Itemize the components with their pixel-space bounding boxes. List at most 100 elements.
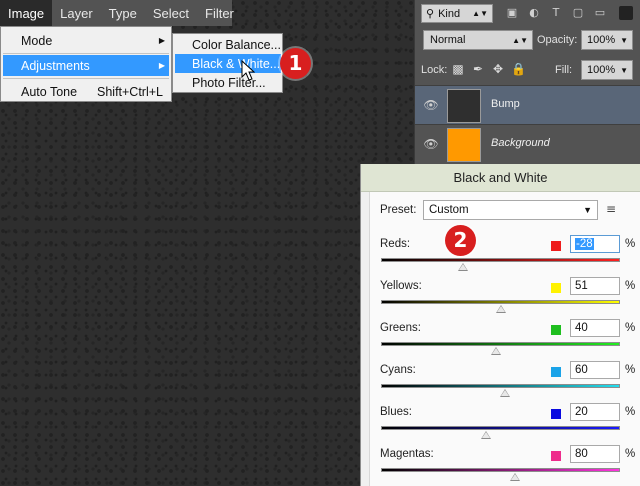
menubar: Image Layer Type Select Filter [0, 0, 234, 26]
channel-value-input[interactable]: 60 [570, 361, 620, 379]
percent-label: % [625, 238, 636, 250]
channel-label: Blues: [380, 406, 412, 418]
submenu-arrow-icon: ▶ [158, 61, 165, 70]
shape-filter-icon[interactable]: ▢ [571, 6, 585, 20]
fill-value: 100% [587, 64, 616, 76]
percent-label: % [625, 280, 636, 292]
channel-slider-track[interactable] [381, 300, 620, 304]
menu-divider [3, 53, 169, 54]
opacity-label: Opacity: [537, 34, 578, 46]
chevron-down-icon: ▼ [583, 205, 592, 215]
channel-value: 60 [575, 364, 588, 376]
lock-move-icon[interactable]: ✥ [491, 62, 505, 76]
percent-label: % [625, 364, 636, 376]
filter-toggle-icon[interactable] [619, 6, 633, 20]
opacity-field[interactable]: 100% ▼ [581, 30, 633, 50]
channel-blues: Blues: 20% [361, 403, 640, 448]
channel-value: 20 [575, 406, 588, 418]
menu-divider [3, 78, 169, 79]
channel-value-input[interactable]: 40 [570, 319, 620, 337]
menu-type[interactable]: Type [101, 0, 145, 26]
channel-greens: Greens: 40% [361, 319, 640, 364]
adjustment-filter-icon[interactable]: ◐ [527, 6, 541, 20]
menu-item-photo-filter[interactable]: Photo Filter... [175, 73, 281, 92]
type-filter-icon[interactable]: T [549, 6, 563, 20]
eye-icon[interactable]: 👁 [423, 98, 439, 112]
updown-icon: ▲▼ [512, 35, 528, 45]
menu-item-mode[interactable]: Mode ▶ [3, 30, 169, 51]
lock-icons: ▩ ✒ ✥ 🔒 [451, 62, 526, 76]
layer-row-background[interactable]: 👁 Background [415, 124, 640, 163]
color-swatch [551, 325, 561, 335]
channel-value-input[interactable]: 20 [570, 403, 620, 421]
channel-value: 80 [575, 448, 588, 460]
channel-slider-track[interactable] [381, 384, 620, 388]
percent-label: % [625, 322, 636, 334]
lock-brush-icon[interactable]: ✒ [471, 62, 485, 76]
fill-field[interactable]: 100% ▼ [581, 60, 633, 80]
menu-item-mode-label: Mode [21, 33, 53, 48]
updown-icon: ▲▼ [472, 9, 488, 18]
slider-handle[interactable] [490, 347, 501, 355]
color-swatch [551, 283, 561, 293]
channel-value-input[interactable]: 80 [570, 445, 620, 463]
menu-image[interactable]: Image [0, 0, 53, 26]
menu-layer[interactable]: Layer [52, 0, 101, 26]
channel-cyans: Cyans: 60% [361, 361, 640, 406]
pixel-filter-icon[interactable]: ▣ [505, 6, 519, 20]
percent-label: % [625, 406, 636, 418]
lock-transparent-icon[interactable]: ▩ [451, 62, 465, 76]
channel-label: Greens: [380, 322, 421, 334]
menu-item-auto-tone[interactable]: Auto Tone Shift+Ctrl+L [3, 81, 169, 102]
slider-handle[interactable] [481, 431, 492, 439]
slider-handle[interactable] [500, 389, 511, 397]
callout-badge-1: 1 [280, 48, 311, 79]
channel-value-input[interactable]: -28 [570, 235, 620, 253]
menu-select[interactable]: Select [145, 0, 197, 26]
menu-item-adjustments-label: Adjustments [21, 58, 90, 73]
channel-label: Yellows: [380, 280, 422, 292]
slider-handle[interactable] [509, 473, 520, 481]
channel-label: Cyans: [380, 364, 416, 376]
callout-badge-2: 2 [445, 225, 476, 256]
channel-value-input[interactable]: 51 [570, 277, 620, 295]
menu-item-adjustments[interactable]: Adjustments ▶ [3, 55, 169, 76]
channel-value: -28 [575, 238, 594, 250]
opacity-value: 100% [587, 34, 616, 46]
channel-label: Reds: [380, 238, 411, 250]
blend-opacity-row: Normal ▲▼ Opacity: 100% ▼ [419, 30, 637, 52]
slider-handle[interactable] [495, 305, 506, 313]
chevron-down-icon: ▼ [620, 35, 628, 45]
channel-slider-track[interactable] [381, 258, 620, 262]
menu-filter[interactable]: Filter [197, 0, 242, 26]
blend-mode-select[interactable]: Normal ▲▼ [423, 30, 533, 50]
preset-options-icon[interactable]: ≡ [606, 202, 620, 216]
preset-select[interactable]: Custom ▼ [423, 200, 598, 220]
lock-all-icon[interactable]: 🔒 [511, 62, 526, 76]
preset-value: Custom [429, 204, 469, 216]
mouse-cursor-icon [241, 60, 255, 81]
filter-kind-select[interactable]: ⚲ Kind ▲▼ [421, 4, 493, 23]
smart-object-filter-icon[interactable]: ▭ [593, 6, 607, 20]
layer-thumbnail [447, 128, 481, 162]
menu-item-color-balance[interactable]: Color Balance... [175, 35, 281, 54]
channel-slider-track[interactable] [381, 342, 620, 346]
submenu-arrow-icon: ▶ [158, 36, 165, 45]
channel-value: 40 [575, 322, 588, 334]
adjustments-submenu: Color Balance... Black & White... Photo … [172, 33, 283, 93]
layer-filter-row: ⚲ Kind ▲▼ ▣ ◐ T ▢ ▭ [419, 2, 637, 24]
percent-label: % [625, 448, 636, 460]
layer-thumbnail [447, 89, 481, 123]
layer-row-bump[interactable]: 👁 Bump [415, 85, 640, 124]
slider-handle[interactable] [458, 263, 469, 271]
preset-label: Preset: [380, 204, 417, 216]
image-menu: Mode ▶ Adjustments ▶ Auto Tone Shift+Ctr… [0, 26, 172, 102]
color-swatch [551, 409, 561, 419]
channel-slider-track[interactable] [381, 468, 620, 472]
channel-reds: Reds: -28% [361, 235, 640, 280]
black-white-panel: Black and White Preset: Custom ▼ ≡ Reds:… [360, 164, 640, 486]
blend-mode-label: Normal [430, 34, 466, 46]
channel-slider-track[interactable] [381, 426, 620, 430]
menu-item-black-white[interactable]: Black & White... [175, 54, 281, 73]
eye-icon[interactable]: 👁 [423, 137, 439, 151]
